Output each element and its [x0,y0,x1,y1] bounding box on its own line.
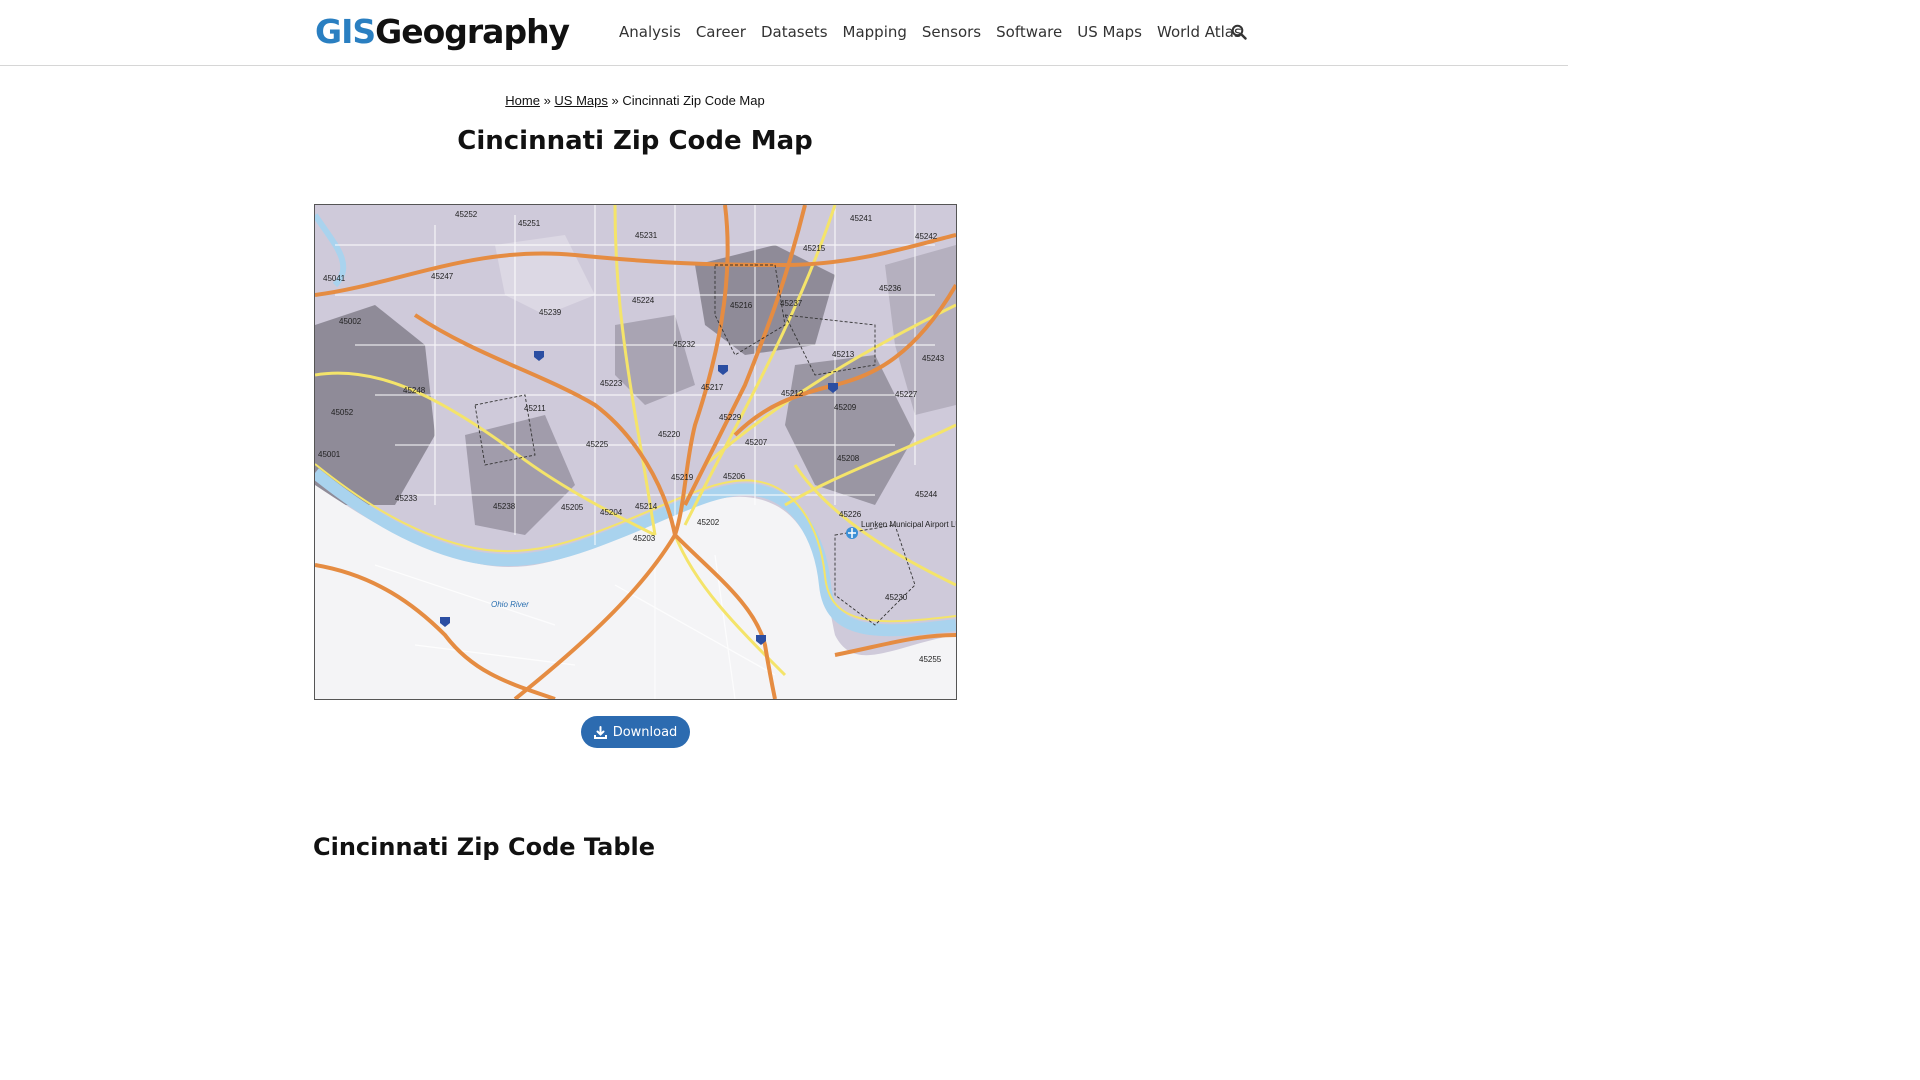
zip-label: 45227 [895,390,918,399]
breadcrumb-separator: » [543,93,551,108]
breadcrumb-us-maps-link[interactable]: US Maps [554,93,607,108]
zip-label: 45211 [524,404,546,413]
zip-label: 45204 [600,508,623,517]
zip-label: 45229 [719,413,742,422]
download-label: Download [612,724,678,740]
zip-label: 45233 [395,494,418,503]
zip-label: 45208 [837,454,860,463]
zip-label: 45226 [839,510,862,519]
zip-label: 45252 [455,210,478,219]
zip-label: 45231 [635,231,658,240]
zip-label: 45002 [339,317,362,326]
zip-label: 45238 [493,502,516,511]
logo-gis-text: GIS [315,12,376,51]
nav-analysis[interactable]: Analysis [619,21,681,43]
zip-label: 45214 [635,502,658,511]
zip-label: 45206 [723,472,746,481]
nav-sensors[interactable]: Sensors [922,21,981,43]
site-logo[interactable]: GISGeography [315,10,570,54]
site-header: GISGeography Analysis Career Datasets Ma… [0,0,1568,66]
zip-label: 45237 [780,299,803,308]
zip-label: 45203 [633,534,656,543]
zip-label: 45243 [922,354,945,363]
zip-label: 45247 [431,272,454,281]
nav-software[interactable]: Software [996,21,1062,43]
download-button[interactable]: Download [581,716,690,748]
zip-label: 45225 [586,440,609,449]
zip-label: 45217 [701,383,724,392]
zip-label: 45215 [803,244,826,253]
zip-label: 45219 [671,473,694,482]
nav-career[interactable]: Career [696,21,746,43]
main-nav: Analysis Career Datasets Mapping Sensors… [619,21,1257,43]
zip-label: 45223 [600,379,623,388]
zip-label: 45216 [730,301,753,310]
zip-label: 45236 [879,284,902,293]
zip-code-map-image[interactable]: Lunken Municipal Airport LUK Ohio River … [314,204,957,700]
zip-label: 45251 [518,219,541,228]
nav-us-maps[interactable]: US Maps [1077,21,1142,43]
zip-label: 45220 [658,430,681,439]
breadcrumb-separator: » [611,93,619,108]
zip-label: 45242 [915,232,938,241]
zip-label: 45207 [745,438,768,447]
zip-label: 45244 [915,490,938,499]
nav-datasets[interactable]: Datasets [761,21,828,43]
download-icon [593,725,607,739]
zip-label: 45209 [834,403,857,412]
zip-label: 45255 [919,655,942,664]
zip-label: 45213 [832,350,855,359]
zip-label: 45052 [331,408,354,417]
breadcrumb-home-link[interactable]: Home [505,93,540,108]
zip-label: 45205 [561,503,584,512]
airport-label: Lunken Municipal Airport LUK [861,520,956,529]
section-title: Cincinnati Zip Code Table [313,833,656,861]
zip-label: 45041 [323,274,346,283]
zip-label: 45001 [318,450,341,459]
nav-mapping[interactable]: Mapping [843,21,907,43]
airport-icon [846,527,858,539]
breadcrumb: Home » US Maps » Cincinnati Zip Code Map [0,93,1270,108]
zip-label: 45212 [781,389,804,398]
zip-label: 45239 [539,308,562,317]
logo-geography-text: Geography [375,12,570,51]
zip-label: 45224 [632,296,655,305]
zip-label: 45248 [403,386,426,395]
nav-world-atlas[interactable]: World Atlas [1157,21,1242,43]
search-icon [1231,24,1247,40]
map-graphic: Lunken Municipal Airport LUK Ohio River … [315,205,956,699]
search-button[interactable] [1231,24,1249,42]
zip-label: 45232 [673,340,696,349]
zip-label: 45202 [697,518,720,527]
zip-label: 45241 [850,214,873,223]
page-title: Cincinnati Zip Code Map [457,126,813,156]
breadcrumb-current: Cincinnati Zip Code Map [622,93,765,108]
river-label: Ohio River [491,600,529,609]
zip-label: 45230 [885,593,908,602]
